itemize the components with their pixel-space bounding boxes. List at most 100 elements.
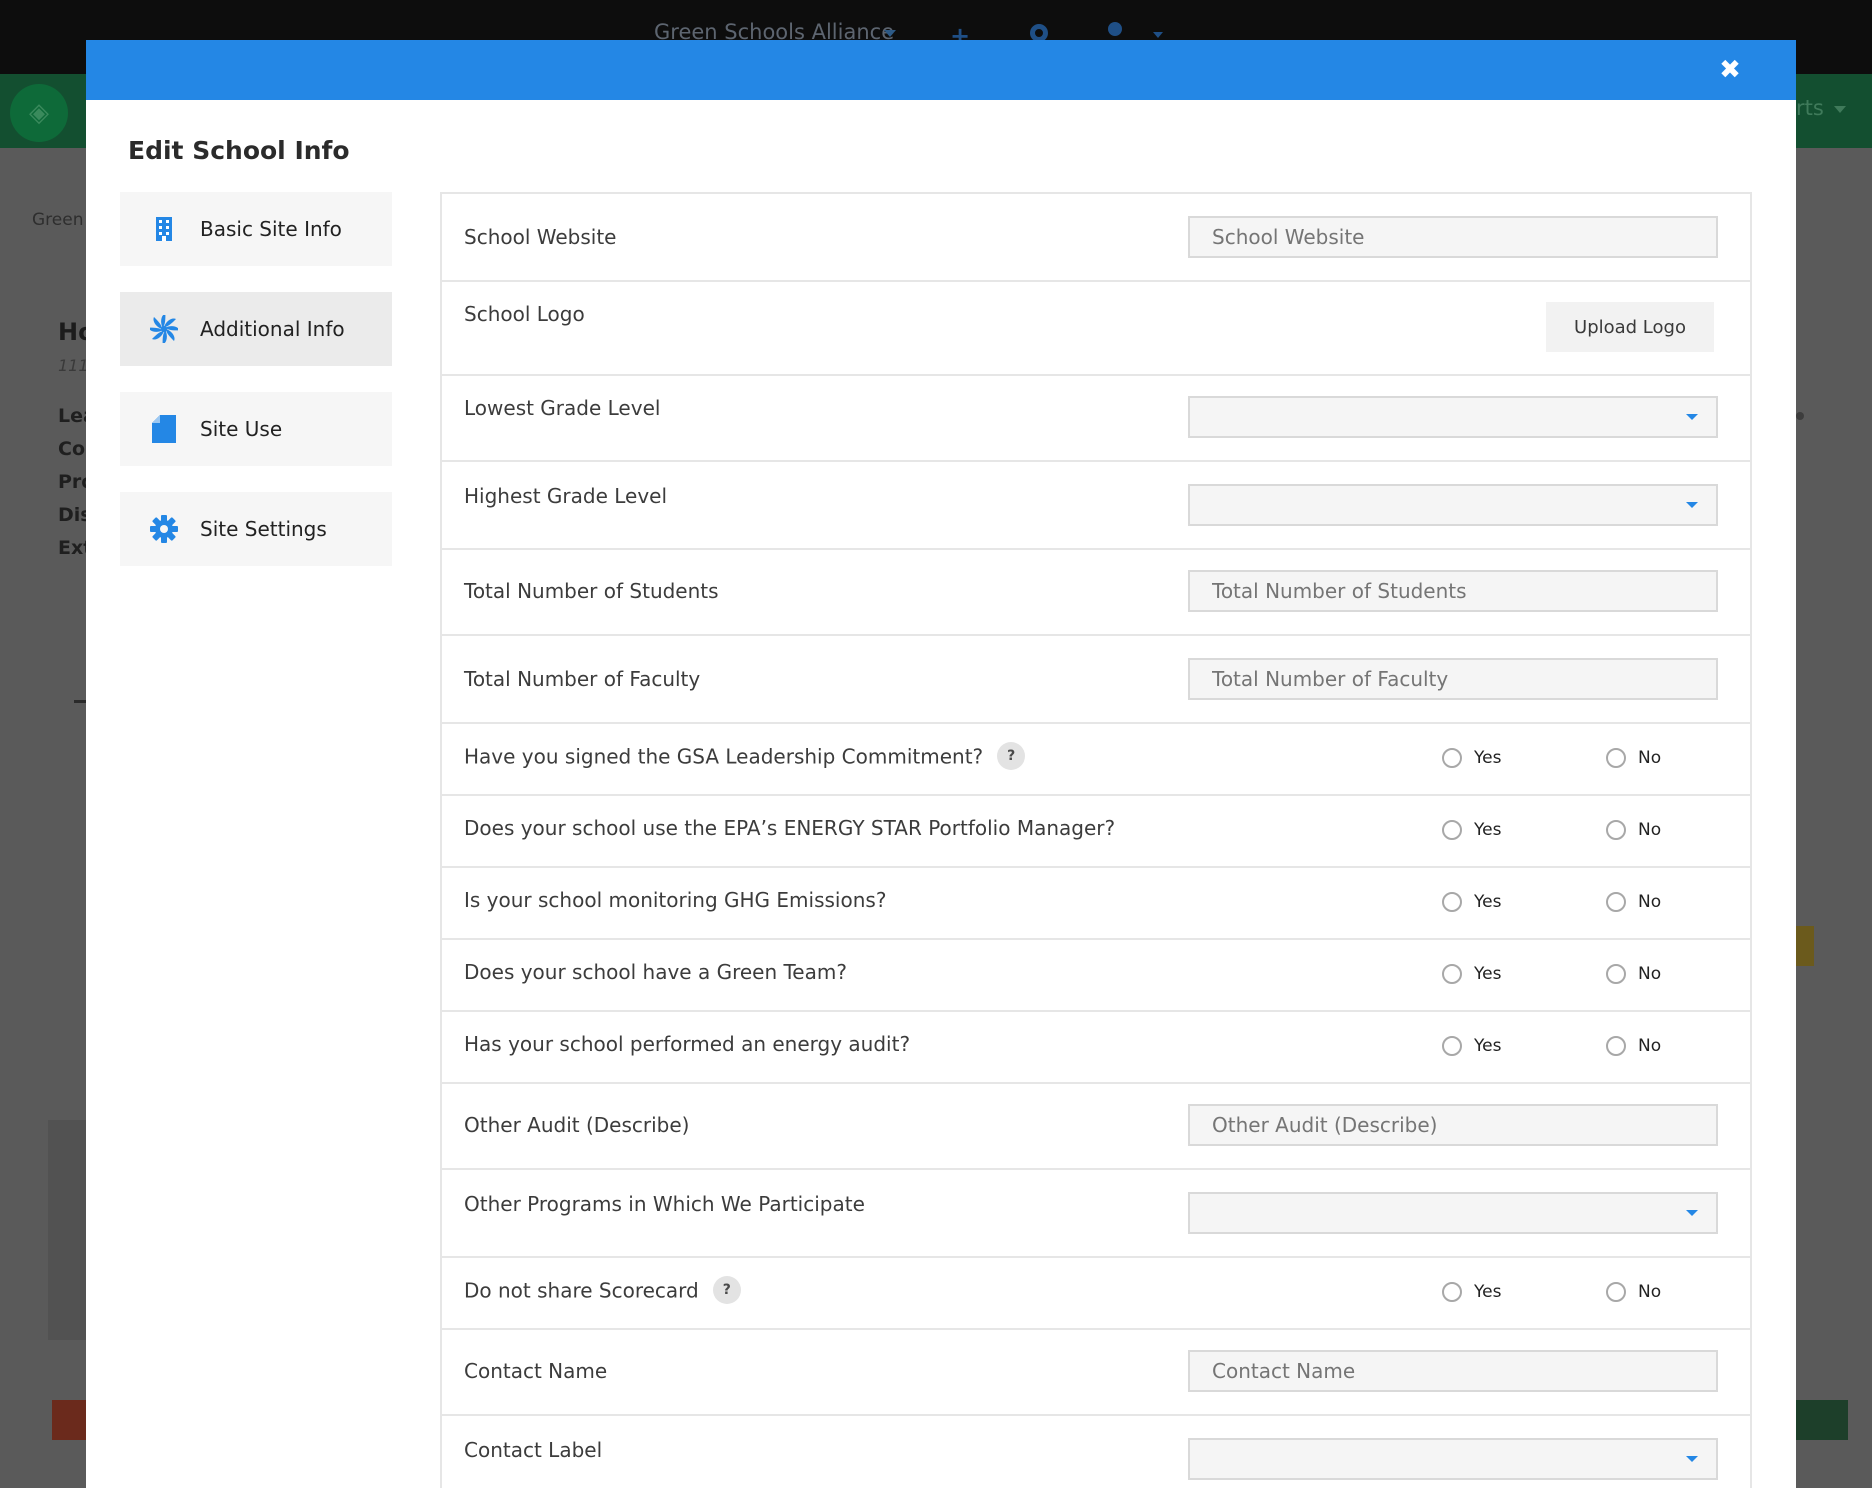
school-website-input[interactable] (1188, 216, 1718, 258)
help-icon[interactable]: ? (997, 742, 1026, 770)
additional-info-form: School Website School Logo Upload Logo L… (440, 192, 1752, 1488)
radio-label: Yes (1474, 892, 1502, 912)
app-logo[interactable]: ◈ (10, 84, 68, 142)
radio-no[interactable]: No (1606, 892, 1661, 912)
field-label: Contact Label (464, 1438, 603, 1462)
form-row-other-programs: Other Programs in Which We Participate (442, 1170, 1750, 1258)
radio-circle[interactable] (1442, 748, 1462, 768)
radio-label: No (1638, 820, 1662, 840)
modal-header: ✖ (86, 40, 1796, 100)
radio-circle[interactable] (1606, 1282, 1626, 1302)
sidebar-item-basic-site-info[interactable]: Basic Site Info (120, 192, 392, 266)
help-icon[interactable]: ? (712, 1276, 741, 1304)
radio-label: Yes (1474, 1282, 1502, 1302)
sidebar-item-site-settings[interactable]: Site Settings (120, 492, 392, 566)
radio-circle[interactable] (1442, 820, 1462, 840)
form-row-energy-audit: Has your school performed an energy audi… (442, 1012, 1750, 1084)
radio-label: No (1638, 748, 1662, 768)
other-audit-input[interactable] (1188, 1104, 1718, 1146)
radio-no[interactable]: No (1606, 748, 1661, 768)
contact-label-select[interactable] (1188, 1438, 1718, 1480)
field-label: Have you signed the GSA Leadership Commi… (464, 742, 1026, 772)
question-text: Do not share Scorecard (464, 1278, 699, 1303)
field-label: Do not share Scorecard? (464, 1276, 741, 1306)
field-label: Does your school have a Green Team? (464, 960, 847, 984)
radio-label: No (1638, 964, 1662, 984)
reports-menu[interactable]: rts (1796, 96, 1824, 120)
field-label: Total Number of Faculty (464, 667, 701, 691)
field-label: Total Number of Students (464, 579, 719, 603)
lowest-grade-select[interactable] (1188, 396, 1718, 438)
field-label: School Website (464, 225, 617, 249)
radio-label: No (1638, 892, 1662, 912)
radio-yes[interactable]: Yes (1442, 964, 1501, 984)
radio-circle[interactable] (1442, 1282, 1462, 1302)
form-row-ghg: Is your school monitoring GHG Emissions?… (442, 868, 1750, 940)
chevron-down-icon[interactable] (884, 30, 896, 37)
chevron-down-icon (1686, 414, 1698, 420)
radio-label: Yes (1474, 1036, 1502, 1056)
sidebar-item-label: Site Settings (200, 517, 327, 541)
radio-circle[interactable] (1606, 964, 1626, 984)
form-row-gsa-commitment: Have you signed the GSA Leadership Commi… (442, 724, 1750, 796)
radio-yes[interactable]: Yes (1442, 892, 1501, 912)
radio-circle[interactable] (1442, 964, 1462, 984)
radio-yes[interactable]: Yes (1442, 748, 1501, 768)
form-row-green-team: Does your school have a Green Team? Yes … (442, 940, 1750, 1012)
modal-title: Edit School Info (128, 136, 350, 165)
radio-yes[interactable]: Yes (1442, 820, 1501, 840)
radio-label: No (1638, 1036, 1662, 1056)
background-button (52, 1400, 88, 1440)
sidebar-item-label: Site Use (200, 417, 283, 441)
form-row-contact-label: Contact Label (442, 1416, 1750, 1488)
radio-label: No (1638, 1282, 1662, 1302)
sidebar-item-site-use[interactable]: Site Use (120, 392, 392, 466)
radio-no[interactable]: No (1606, 1282, 1661, 1302)
radio-circle[interactable] (1606, 820, 1626, 840)
radio-circle[interactable] (1442, 892, 1462, 912)
chevron-down-icon[interactable] (1834, 106, 1846, 113)
form-row-school-logo: School Logo Upload Logo (442, 282, 1750, 376)
user-icon[interactable] (1108, 22, 1122, 36)
chevron-down-icon (1686, 1210, 1698, 1216)
sidebar-item-label: Additional Info (200, 317, 345, 341)
radio-no[interactable]: No (1606, 1036, 1661, 1056)
radio-yes[interactable]: Yes (1442, 1036, 1501, 1056)
other-programs-select[interactable] (1188, 1192, 1718, 1234)
radio-circle[interactable] (1606, 748, 1626, 768)
radio-yes[interactable]: Yes (1442, 1282, 1501, 1302)
flame-icon: ◈ (29, 98, 49, 128)
background-dot (1796, 412, 1804, 420)
background-button (1796, 1400, 1848, 1440)
field-label: Highest Grade Level (464, 484, 668, 508)
total-students-input[interactable] (1188, 570, 1718, 612)
form-row-total-faculty: Total Number of Faculty (442, 636, 1750, 724)
total-faculty-input[interactable] (1188, 658, 1718, 700)
upload-logo-button[interactable]: Upload Logo (1546, 302, 1714, 352)
radio-circle[interactable] (1442, 1036, 1462, 1056)
pinwheel-icon (150, 315, 178, 343)
form-row-energy-star: Does your school use the EPA’s ENERGY ST… (442, 796, 1750, 868)
highest-grade-select[interactable] (1188, 484, 1718, 526)
modal-sidebar: Basic Site Info Additional Info Site Use… (120, 192, 392, 592)
chevron-down-icon[interactable] (1153, 32, 1163, 38)
sidebar-item-additional-info[interactable]: Additional Info (120, 292, 392, 366)
question-text: Have you signed the GSA Leadership Commi… (464, 744, 984, 769)
sidebar-item-label: Basic Site Info (200, 217, 342, 241)
field-label: Other Programs in Which We Participate (464, 1192, 865, 1216)
breadcrumb[interactable]: Green (32, 210, 83, 230)
form-row-highest-grade: Highest Grade Level (442, 462, 1750, 550)
radio-label: Yes (1474, 748, 1502, 768)
radio-circle[interactable] (1606, 1036, 1626, 1056)
contact-name-input[interactable] (1188, 1350, 1718, 1392)
chevron-down-icon (1686, 1456, 1698, 1462)
form-row-other-audit: Other Audit (Describe) (442, 1084, 1750, 1170)
close-icon[interactable]: ✖ (1714, 54, 1746, 86)
field-label: Does your school use the EPA’s ENERGY ST… (464, 816, 1116, 840)
form-row-lowest-grade: Lowest Grade Level (442, 376, 1750, 462)
field-label: Has your school performed an energy audi… (464, 1032, 911, 1056)
page-subtitle: 111 (58, 356, 89, 375)
radio-no[interactable]: No (1606, 964, 1661, 984)
radio-circle[interactable] (1606, 892, 1626, 912)
radio-no[interactable]: No (1606, 820, 1661, 840)
